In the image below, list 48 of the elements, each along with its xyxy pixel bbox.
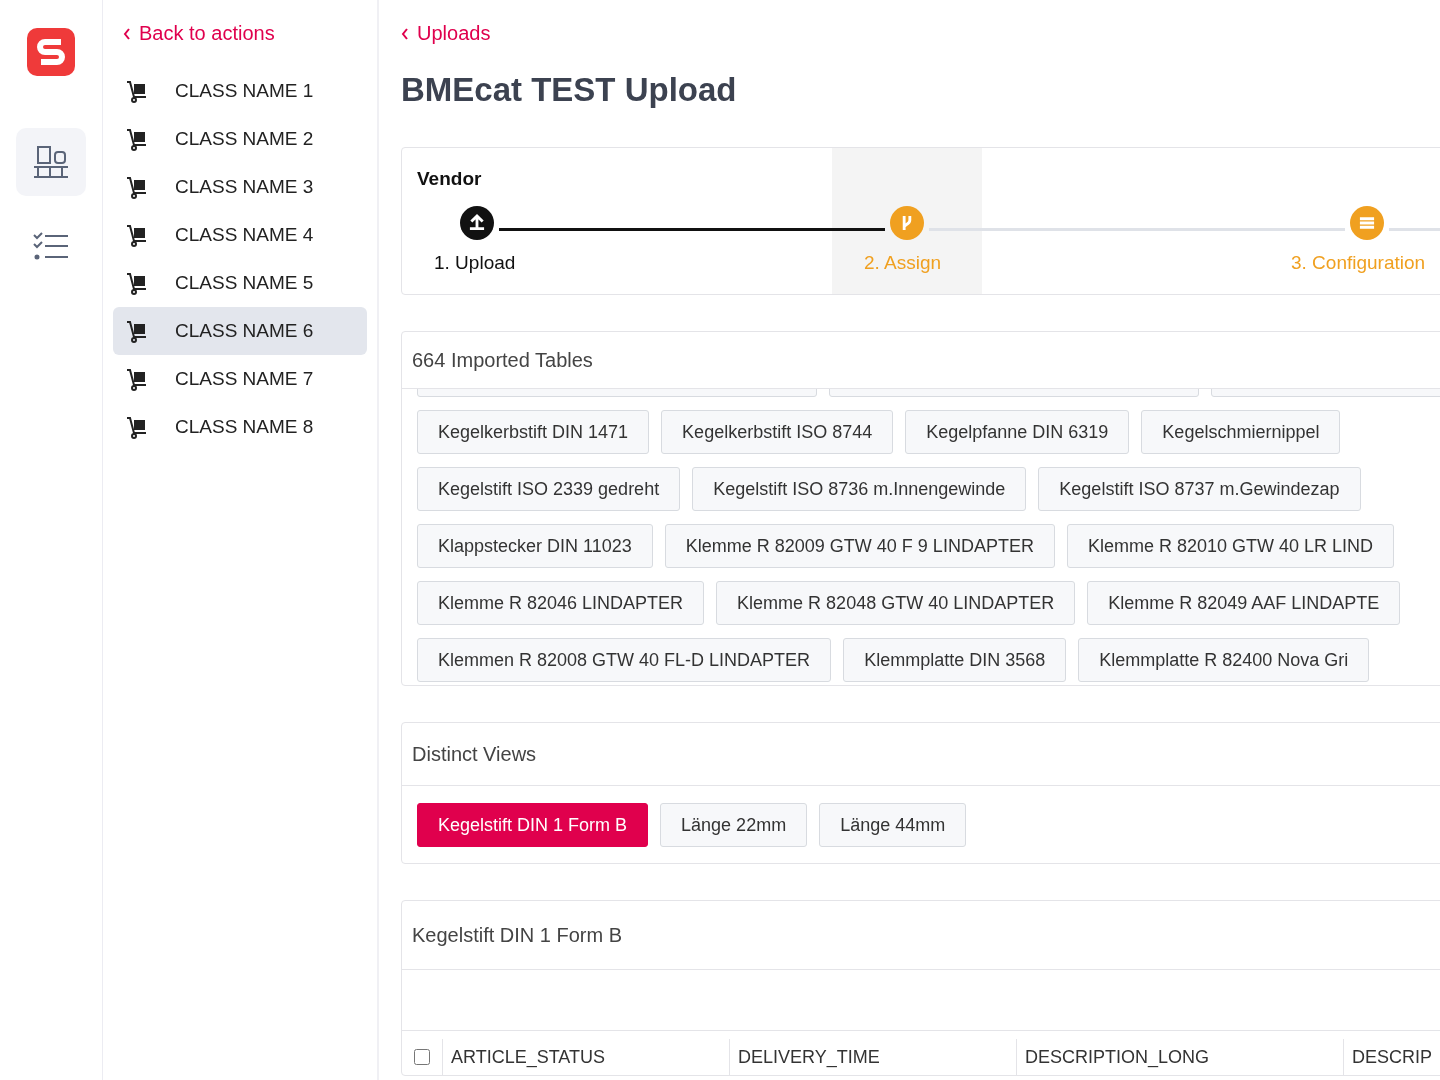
table-tag[interactable]: Klemmplatte R 82400 Nova Gri	[1078, 638, 1370, 682]
column-header[interactable]: ARTICLE_STATUS	[442, 1039, 729, 1075]
table-tag[interactable]: Klemme R 82010 GTW 40 LR LIND	[1066, 524, 1394, 568]
pallet-nav-button[interactable]	[16, 128, 86, 196]
hand-truck-icon	[125, 319, 149, 343]
breadcrumb-link[interactable]: Uploads	[401, 22, 491, 45]
step-label: 3. Configuration	[1291, 252, 1426, 274]
chevron-left-icon	[401, 27, 409, 40]
card-title: Distinct Views	[402, 723, 1440, 786]
chevron-left-icon	[123, 27, 131, 40]
hand-truck-icon	[125, 79, 149, 103]
hand-truck-icon	[125, 271, 149, 295]
stepper-title: Vendor	[417, 168, 482, 190]
table-tag[interactable]: Klemme R 82009 GTW 40 F 9 LINDAPTER	[664, 524, 1055, 568]
table-tag[interactable]: Klemme R 82048 GTW 40 LINDAPTER	[716, 581, 1076, 625]
view-tab[interactable]: Länge 44mm	[819, 803, 967, 847]
table-tag[interactable]: Kegelstift ISO 8737 m.Gewindezap	[1038, 467, 1361, 511]
column-header[interactable]: DESCRIPTION_LONG	[1016, 1039, 1343, 1075]
view-tab[interactable]: Kegelstift DIN 1 Form B	[417, 803, 649, 847]
checklist-icon	[33, 232, 69, 260]
table-tag[interactable]: Klemme R 82049 AAF LINDAPTE	[1087, 581, 1401, 625]
card-title: Kegelstift DIN 1 Form B	[402, 901, 1440, 970]
hand-truck-icon	[125, 175, 149, 199]
step-label: 2. Assign	[864, 252, 942, 274]
table-tag[interactable]: Kegelkerbstift DIN 1471	[417, 410, 650, 454]
hand-truck-icon	[125, 367, 149, 391]
pallet-icon	[33, 145, 69, 179]
column-header[interactable]: DESCRIP	[1343, 1039, 1440, 1075]
table-tag[interactable]: Klemmen R 82008 GTW 40 FL-D LINDAPTER	[417, 638, 832, 682]
back-link[interactable]: Back to actions	[123, 22, 275, 45]
app-logo	[27, 28, 75, 76]
step-label: 1. Upload	[434, 252, 516, 274]
hand-truck-icon	[125, 223, 149, 247]
hand-truck-icon	[125, 127, 149, 151]
column-header[interactable]: DELIVERY_TIME	[729, 1039, 1016, 1075]
class-item[interactable]: CLASS NAME 6	[113, 307, 367, 355]
table-tag[interactable]: Kegelschmiernippel	[1141, 410, 1341, 454]
select-all-checkbox[interactable]	[414, 1049, 430, 1065]
table-tag[interactable]: Kegelpfanne DIN 6319	[905, 410, 1130, 454]
table-tag[interactable]: Kegelstift ISO 2339 gedreht	[417, 467, 681, 511]
table-tag[interactable]: Klemmplatte DIN 3568	[843, 638, 1067, 682]
table-tag[interactable]: Kegelkerbstift ISO 8744	[661, 410, 894, 454]
page-title: BMEcat TEST Upload	[401, 71, 738, 109]
table-tag[interactable]: Klappstecker DIN 11023	[417, 524, 653, 568]
hand-truck-icon	[125, 415, 149, 439]
table-tag[interactable]: Klemme R 82046 LINDAPTER	[417, 581, 705, 625]
view-tab[interactable]: Länge 22mm	[660, 803, 808, 847]
table-tag[interactable]: Kegelstift ISO 8736 m.Innengewinde	[692, 467, 1027, 511]
